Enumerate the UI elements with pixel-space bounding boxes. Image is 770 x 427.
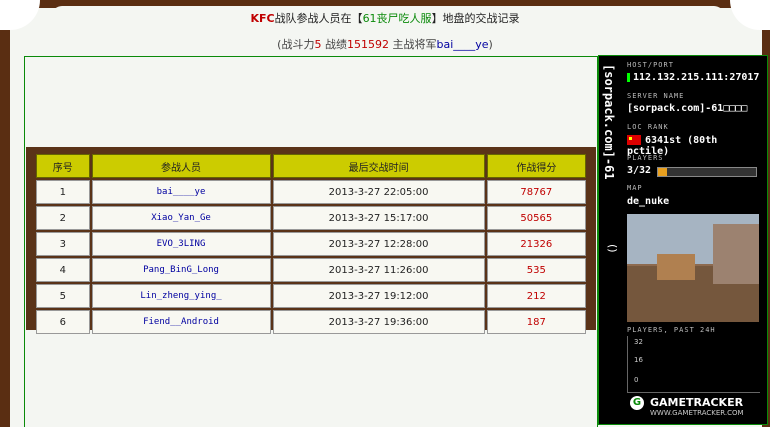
col-header-index: 序号 bbox=[36, 154, 90, 178]
battle-score: 535 bbox=[486, 258, 586, 282]
table-header-row: 序号 参战人员 最后交战时间 作战得分 bbox=[36, 154, 586, 178]
record-value: 151592 bbox=[346, 38, 389, 51]
players-label: PLAYERS bbox=[627, 154, 664, 162]
player-name[interactable]: Xiao_Yan_Ge bbox=[91, 206, 271, 230]
loc-rank-label: LOC RANK bbox=[627, 123, 669, 131]
battle-time: 2013-3-27 15:17:00 bbox=[272, 206, 485, 230]
gametracker-logo-icon: G bbox=[630, 396, 644, 410]
page-title: KFC战队参战人员在【61丧尸吃人服】地盘的交战记录 bbox=[0, 10, 770, 26]
battle-score: 50565 bbox=[486, 206, 586, 230]
page-subtitle: (战斗力5 战绩151592 主战将军bai____ye) bbox=[0, 36, 770, 52]
player-name[interactable]: bai____ye bbox=[91, 180, 271, 204]
server-value: [sorpack.com]-61□□□□ bbox=[627, 103, 748, 114]
gametracker-brand[interactable]: GAMETRACKER WWW.GAMETRACKER.COM bbox=[650, 396, 744, 417]
battle-time: 2013-3-27 22:05:00 bbox=[272, 180, 485, 204]
subtitle-prefix: (战斗力 bbox=[277, 38, 315, 51]
banner-main: HOST/PORT 112.132.215.111:27017 SERVER N… bbox=[623, 56, 763, 424]
col-header-score: 作战得分 bbox=[486, 154, 586, 178]
banner-vertical-title: [sorpack.com]-61 bbox=[602, 64, 616, 180]
chart-tick-0: 0 bbox=[634, 376, 639, 384]
china-flag-icon bbox=[627, 135, 641, 145]
status-icon bbox=[627, 72, 630, 82]
battle-table-frame: 序号 参战人员 最后交战时间 作战得分 1 bai____ye 2013-3-2… bbox=[26, 147, 596, 334]
player-name[interactable]: EVO_3LING bbox=[91, 232, 271, 256]
server-label: SERVER NAME bbox=[627, 92, 685, 100]
brand-url: WWW.GAMETRACKER.COM bbox=[650, 409, 744, 417]
table-row: 2 Xiao_Yan_Ge 2013-3-27 15:17:00 50565 bbox=[36, 206, 586, 230]
banner-paren: () bbox=[606, 244, 619, 253]
table-row: 1 bai____ye 2013-3-27 22:05:00 78767 bbox=[36, 180, 586, 204]
map-wall bbox=[713, 224, 759, 284]
subtitle-suffix: ) bbox=[488, 38, 493, 51]
clan-name: 61丧尸吃人服 bbox=[362, 12, 432, 25]
player-name[interactable]: Lin_zheng_ying_ bbox=[91, 284, 271, 308]
chart-tick-32: 32 bbox=[634, 338, 643, 346]
players-value: 3/32 bbox=[627, 165, 652, 176]
battle-time: 2013-3-27 11:26:00 bbox=[272, 258, 485, 282]
player-name[interactable]: Fiend__Android bbox=[91, 310, 271, 334]
map-value: de_nuke bbox=[627, 196, 670, 207]
battle-time: 2013-3-27 19:36:00 bbox=[272, 310, 485, 334]
col-header-player: 参战人员 bbox=[91, 154, 271, 178]
battle-time: 2013-3-27 19:12:00 bbox=[272, 284, 485, 308]
chart-tick-16: 16 bbox=[634, 356, 643, 364]
map-crate bbox=[657, 254, 695, 280]
host-label: HOST/PORT bbox=[627, 61, 674, 69]
row-index: 6 bbox=[36, 310, 90, 334]
map-label: MAP bbox=[627, 184, 643, 192]
player-name[interactable]: Pang_BinG_Long bbox=[91, 258, 271, 282]
subtitle-mid1: 战绩 bbox=[321, 38, 347, 51]
battle-score: 78767 bbox=[486, 180, 586, 204]
players-chart: 32 16 0 bbox=[627, 336, 760, 393]
gametracker-banner[interactable]: [sorpack.com]-61 () HOST/PORT 112.132.21… bbox=[598, 55, 768, 425]
host-value: 112.132.215.111:27017 bbox=[633, 72, 760, 83]
battle-score: 187 bbox=[486, 310, 586, 334]
battle-time: 2013-3-27 12:28:00 bbox=[272, 232, 485, 256]
row-index: 1 bbox=[36, 180, 90, 204]
players-bar bbox=[657, 167, 757, 177]
clan-tag: KFC bbox=[250, 12, 275, 25]
subtitle-mid2: 主战将军 bbox=[388, 38, 437, 51]
general-name[interactable]: bai____ye bbox=[436, 38, 488, 51]
brand-name: GAMETRACKER bbox=[650, 396, 744, 409]
table-row: 3 EVO_3LING 2013-3-27 12:28:00 21326 bbox=[36, 232, 586, 256]
row-index: 5 bbox=[36, 284, 90, 308]
battle-score: 21326 bbox=[486, 232, 586, 256]
battle-table: 序号 参战人员 最后交战时间 作战得分 1 bai____ye 2013-3-2… bbox=[34, 152, 588, 336]
row-index: 3 bbox=[36, 232, 90, 256]
row-index: 4 bbox=[36, 258, 90, 282]
map-thumbnail bbox=[627, 214, 759, 322]
banner-sidebar: [sorpack.com]-61 () bbox=[599, 56, 621, 424]
players-bar-fill bbox=[658, 168, 667, 176]
title-part2: 】地盘的交战记录 bbox=[431, 12, 520, 25]
host-value-wrap: 112.132.215.111:27017 bbox=[627, 72, 759, 83]
col-header-time: 最后交战时间 bbox=[272, 154, 485, 178]
table-row: 4 Pang_BinG_Long 2013-3-27 11:26:00 535 bbox=[36, 258, 586, 282]
table-row: 5 Lin_zheng_ying_ 2013-3-27 19:12:00 212 bbox=[36, 284, 586, 308]
past-24h-label: PLAYERS, PAST 24H bbox=[627, 326, 716, 334]
title-part1: 战队参战人员在【 bbox=[274, 12, 363, 25]
battle-score: 212 bbox=[486, 284, 586, 308]
table-row: 6 Fiend__Android 2013-3-27 19:36:00 187 bbox=[36, 310, 586, 334]
row-index: 2 bbox=[36, 206, 90, 230]
